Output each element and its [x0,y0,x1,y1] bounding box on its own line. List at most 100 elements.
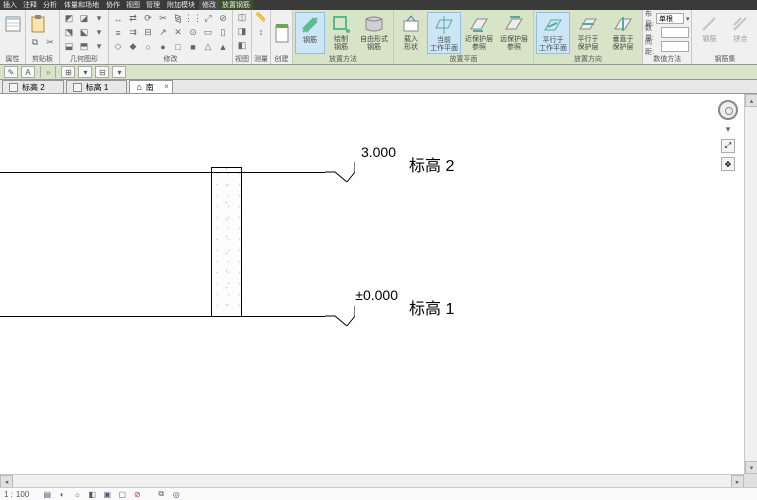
paint-button[interactable]: ⬒ [77,40,91,53]
freeform-rebar-button[interactable]: 自由形式 钢筋 [357,12,391,54]
perp-cover-button[interactable]: 垂直于 保护层 [606,12,640,54]
split-button[interactable]: ⊟ [141,26,155,39]
tool[interactable]: ○ [141,40,155,53]
dimension-tool[interactable]: ↕ [254,25,268,38]
menu-item[interactable]: 分析 [40,0,60,10]
level-2-head[interactable] [325,162,355,182]
wall-join-button[interactable]: ⬓ [62,40,76,53]
load-shape-button[interactable]: 载入 形状 [396,12,426,54]
mirror-button[interactable]: ⧎ [171,12,185,25]
drop-icon[interactable]: ▾ [92,40,106,53]
cut-button[interactable]: ✂ [43,36,57,49]
rebar-set-rebar-button[interactable]: 钢筋 [694,12,724,54]
trim-button[interactable]: ✂ [156,12,170,25]
tool[interactable]: ◆ [126,40,140,53]
near-cover-button[interactable]: 近保护层 参照 [462,12,496,54]
join-button[interactable]: ⬔ [62,26,76,39]
level-1-elevation[interactable]: ±0.000 [348,287,398,303]
split-face-button[interactable]: ⬕ [77,26,91,39]
option-drop[interactable]: ▾ [112,66,126,78]
scroll-down-icon[interactable]: ▾ [745,461,757,474]
offset-button[interactable]: ⇉ [126,26,140,39]
array-button[interactable]: ⋮⋮ [186,12,200,25]
drop-icon[interactable]: ▾ [686,15,690,23]
close-icon[interactable]: × [164,82,169,91]
copy-button[interactable]: ⧉ [28,36,42,49]
option-button[interactable]: ⊟ [95,66,109,78]
menu-item[interactable]: 协作 [103,0,123,10]
copy-move-button[interactable]: ⇄ [126,12,140,25]
tab-level1[interactable]: 标高 1 [66,80,128,93]
delete-button[interactable]: ✕ [171,26,185,39]
reveal-hidden-icon[interactable]: ⧉ [155,489,167,500]
scale-button[interactable]: ⤢ [201,12,215,25]
horizontal-scrollbar[interactable]: ◂ ▸ [0,474,744,487]
crop-view-icon[interactable]: ▣ [101,489,113,500]
view-tool[interactable]: ◧ [235,39,249,52]
level-1-line[interactable] [0,316,325,317]
option-drop[interactable]: ▾ [78,66,92,78]
group-button[interactable]: ▭ [201,26,215,39]
visual-style-icon[interactable]: ◐ [56,489,68,500]
level-2-elevation[interactable]: 3.000 [352,144,396,160]
spacing-input[interactable] [661,41,689,52]
option-button[interactable]: ⊞ [61,66,75,78]
level-1-head[interactable] [325,306,355,326]
unify-button[interactable]: 拼合 [725,12,755,54]
qty-input[interactable] [661,27,689,38]
menu-item[interactable]: 视图 [123,0,143,10]
view-tool[interactable]: ◫ [235,11,249,24]
tool[interactable]: ■ [186,40,200,53]
align-button[interactable]: ≡ [111,26,125,39]
pin-button[interactable]: ⊘ [216,12,230,25]
tool[interactable]: ◇ [111,40,125,53]
scroll-up-icon[interactable]: ▴ [745,94,757,107]
menu-item[interactable]: 附加模块 [163,0,199,10]
cut-geometry-button[interactable]: ◪ [77,12,91,25]
tool[interactable]: ▲ [216,40,230,53]
view-tool[interactable]: ◨ [235,25,249,38]
tab-south[interactable]: ⌂ 南 × [129,80,172,93]
menu-item-place-rebar[interactable]: 放置钢筋 [219,0,253,10]
crop-region-icon[interactable]: ▢ [116,489,128,500]
far-cover-button[interactable]: 远保护层 参照 [497,12,531,54]
properties-button[interactable] [2,12,24,54]
layout-input[interactable] [656,13,684,24]
chevron-right-icon[interactable]: » [46,68,50,77]
level-1-name[interactable]: 标高 1 [409,295,454,319]
rotate-button[interactable]: ⟳ [141,12,155,25]
option-button[interactable]: ✎ [4,66,18,78]
level-2-line[interactable] [0,172,325,173]
parallel-cover-button[interactable]: 平行于 保护层 [571,12,605,54]
rebar-button[interactable]: 钢筋 [295,12,325,54]
menu-item-modify[interactable]: 修改 [199,0,219,10]
paste-button[interactable] [28,13,48,35]
detail-level-icon[interactable]: ▤ [41,489,53,500]
menu-item[interactable]: 插入 [0,0,20,10]
current-workplane-button[interactable]: 当前 工作平面 [427,12,461,54]
scale-value[interactable]: 100 [16,490,29,499]
menu-item[interactable]: 注释 [20,0,40,10]
option-button[interactable]: A [21,66,35,78]
hide-isolate-icon[interactable]: ⊘ [131,489,143,500]
create-tool[interactable] [273,20,290,46]
drop-icon[interactable]: ▾ [92,12,106,25]
extend-button[interactable]: ↗ [156,26,170,39]
tool[interactable]: △ [201,40,215,53]
sketch-rebar-button[interactable]: 绘制 钢筋 [326,12,356,54]
level-2-name[interactable]: 标高 2 [409,152,454,176]
menu-item[interactable]: 体量和场地 [60,0,103,10]
unpin-button[interactable]: ⊙ [186,26,200,39]
tool[interactable]: ● [156,40,170,53]
shadows-icon[interactable]: ◧ [86,489,98,500]
measure-tool[interactable]: 📏 [254,11,268,24]
vertical-scrollbar[interactable]: ▴ ▾ [744,94,757,474]
cope-button[interactable]: ◩ [62,12,76,25]
move-button[interactable]: ↔ [111,12,125,25]
sun-path-icon[interactable]: ☼ [71,489,83,500]
tab-level2[interactable]: 标高 2 [2,80,64,93]
drop-icon[interactable]: ▾ [92,26,106,39]
wall-section[interactable] [211,167,242,317]
ungroup-button[interactable]: ▯ [216,26,230,39]
parallel-workplane-button[interactable]: 平行于 工作平面 [536,12,570,54]
